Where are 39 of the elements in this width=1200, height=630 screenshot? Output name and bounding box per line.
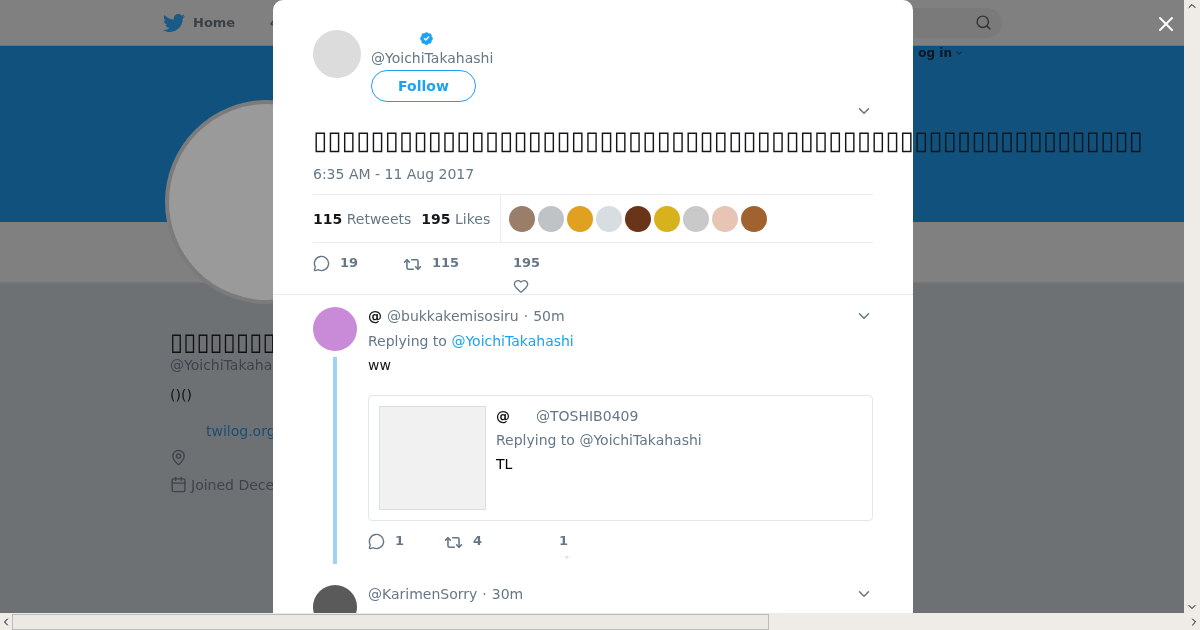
horizontal-scrollbar-thumb[interactable] [12,613,769,630]
reply-handle[interactable]: @bukkakemisosiru [387,308,519,324]
like-button[interactable]: 1 [559,533,575,559]
caret-icon [954,48,964,58]
like-button[interactable]: 195 [513,255,541,294]
tweet-timestamp: 6:35 AM - 11 Aug 2017 [312,165,476,182]
separator-dot: · [523,308,529,324]
reply-icon [313,255,330,272]
reply-button[interactable]: 1 [368,533,444,573]
quoted-tweet-card[interactable]: @ @TOSHIB0409 Replying to @YoichiTakahashi TL [368,395,873,521]
profile-name: ▯▯▯▯▯▯▯▯ [170,329,276,355]
profile-bio: ()() [170,387,192,403]
reply-icon [368,533,385,550]
replying-to-text: Replying to @YoichiTakahashi [368,333,575,349]
reply-text: ww [368,357,392,373]
quoted-replying-to: Replying to @YoichiTakahashi [496,432,702,448]
quoted-handle: @TOSHIB0409 [536,408,639,424]
retweets-count[interactable]: 115 Retweets [313,210,412,227]
reply-handle[interactable]: @KarimenSorry [368,586,478,602]
quoted-author-name: @ [496,408,510,424]
quoted-text: TL [496,456,514,472]
follow-button[interactable]: Follow [371,70,476,102]
bird-icon [163,11,185,34]
reply-time[interactable]: 50m [533,308,565,324]
mention-link[interactable]: @YoichiTakahashi [451,333,574,349]
calendar-icon [170,476,187,493]
author-handle[interactable]: @YoichiTakahashi [371,50,494,66]
reply-author-name[interactable]: @ [368,308,382,324]
reply-button[interactable]: 19 [313,255,403,294]
home-tab[interactable]: Home [163,11,236,34]
liker-avatar[interactable] [741,205,768,232]
reply-time[interactable]: 30m [491,586,524,602]
separator-dot: · [482,586,487,602]
retweet-button[interactable]: 4 [444,533,559,573]
search-icon [975,14,992,31]
likes-count[interactable]: 195 Likes [421,210,491,227]
liker-avatar[interactable] [625,205,652,232]
retweet-button[interactable]: 115 [403,255,513,294]
location-icon [170,449,187,466]
